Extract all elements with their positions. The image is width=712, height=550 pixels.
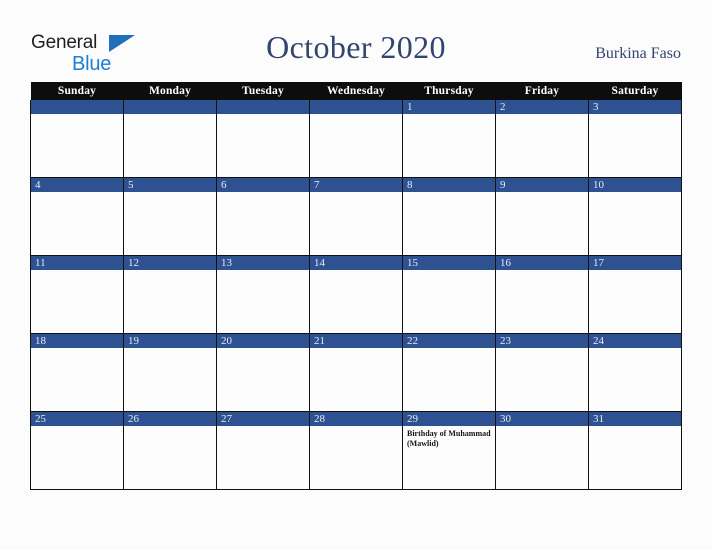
- day-number: 10: [589, 178, 681, 192]
- day-number: 1: [403, 100, 495, 114]
- calendar-day-cell[interactable]: 7: [309, 177, 403, 256]
- calendar-day-cell[interactable]: 31: [588, 411, 682, 490]
- day-number: 3: [589, 100, 681, 114]
- country-label: Burkina Faso: [595, 45, 681, 62]
- day-number: 7: [310, 178, 402, 192]
- calendar-day-cell[interactable]: 20: [216, 333, 310, 412]
- day-number: 9: [496, 178, 588, 192]
- day-number: 25: [31, 412, 123, 426]
- calendar-day-cell[interactable]: 17: [588, 255, 682, 334]
- day-number: 15: [403, 256, 495, 270]
- calendar-day-cell[interactable]: 26: [123, 411, 217, 490]
- weekday-header-wednesday: Wednesday: [309, 82, 403, 100]
- calendar-day-cell[interactable]: 27: [216, 411, 310, 490]
- day-number: 22: [403, 334, 495, 348]
- calendar-day-cell-empty[interactable]: [309, 100, 403, 178]
- day-number: 11: [31, 256, 123, 270]
- calendar-day-cell[interactable]: 3: [588, 100, 682, 178]
- weekday-header-thursday: Thursday: [402, 82, 496, 100]
- calendar-week-row: 123: [30, 100, 682, 178]
- calendar-day-cell[interactable]: 5: [123, 177, 217, 256]
- day-events: Birthday of Muhammad (Mawlid): [403, 426, 495, 448]
- day-number: 31: [589, 412, 681, 426]
- day-number: 5: [124, 178, 216, 192]
- day-number: 19: [124, 334, 216, 348]
- day-number: [124, 100, 216, 114]
- calendar-day-cell[interactable]: 23: [495, 333, 589, 412]
- calendar-day-cell[interactable]: 10: [588, 177, 682, 256]
- calendar-day-cell[interactable]: 1: [402, 100, 496, 178]
- day-number: 30: [496, 412, 588, 426]
- day-number: 17: [589, 256, 681, 270]
- day-number: 28: [310, 412, 402, 426]
- day-number: 14: [310, 256, 402, 270]
- page-header: General Blue October 2020 Burkina Faso: [0, 0, 712, 82]
- calendar-week-row: 18 19 20 21 22 23 24: [30, 333, 682, 412]
- weekday-header-sunday: Sunday: [30, 82, 124, 100]
- calendar-day-cell[interactable]: 22: [402, 333, 496, 412]
- weekday-header-tuesday: Tuesday: [216, 82, 310, 100]
- day-number: 27: [217, 412, 309, 426]
- calendar-day-cell-empty[interactable]: [30, 100, 124, 178]
- calendar-day-cell-empty[interactable]: [123, 100, 217, 178]
- day-number: 23: [496, 334, 588, 348]
- calendar-day-cell[interactable]: 21: [309, 333, 403, 412]
- calendar-week-row: 4 5 6 7 8 9 10: [30, 177, 682, 256]
- weekday-header-row: Sunday Monday Tuesday Wednesday Thursday…: [30, 82, 682, 100]
- calendar-day-cell[interactable]: 13: [216, 255, 310, 334]
- day-number: 13: [217, 256, 309, 270]
- calendar-day-cell[interactable]: 15: [402, 255, 496, 334]
- day-number: 29: [403, 412, 495, 426]
- calendar-day-cell[interactable]: 25: [30, 411, 124, 490]
- calendar-day-cell[interactable]: 11: [30, 255, 124, 334]
- day-number: 6: [217, 178, 309, 192]
- weekday-header-saturday: Saturday: [588, 82, 682, 100]
- calendar-day-cell[interactable]: 4: [30, 177, 124, 256]
- calendar-day-cell[interactable]: 30: [495, 411, 589, 490]
- day-number: 21: [310, 334, 402, 348]
- day-number: 20: [217, 334, 309, 348]
- calendar-day-cell-empty[interactable]: [216, 100, 310, 178]
- day-number: 2: [496, 100, 588, 114]
- day-number: 8: [403, 178, 495, 192]
- calendar-day-cell[interactable]: 19: [123, 333, 217, 412]
- calendar-grid: Sunday Monday Tuesday Wednesday Thursday…: [30, 82, 682, 490]
- day-number: [31, 100, 123, 114]
- weekday-header-friday: Friday: [495, 82, 589, 100]
- calendar-day-cell[interactable]: 12: [123, 255, 217, 334]
- day-number: 24: [589, 334, 681, 348]
- day-number: 16: [496, 256, 588, 270]
- calendar-day-cell[interactable]: 18: [30, 333, 124, 412]
- calendar-day-cell[interactable]: 14: [309, 255, 403, 334]
- weekday-header-monday: Monday: [123, 82, 217, 100]
- day-number: 18: [31, 334, 123, 348]
- calendar-week-row: 25 26 27 28 29 Birthday of Muhammad (Mawlid) 3…: [30, 411, 682, 490]
- calendar-body: 1 2 3 4 5 6 7 8 9 10 11 12 13 14 15 16 17 18 19 20 21 22 23 24 2…: [30, 100, 682, 490]
- day-number: 26: [124, 412, 216, 426]
- calendar-day-cell[interactable]: 24: [588, 333, 682, 412]
- day-number: 4: [31, 178, 123, 192]
- day-number: [310, 100, 402, 114]
- calendar-week-row: 11 12 13 14 15 16 17: [30, 255, 682, 334]
- calendar-day-cell[interactable]: 29 Birthday of Muhammad (Mawlid): [402, 411, 496, 490]
- event-label: Birthday of Muhammad (Mawlid): [407, 429, 491, 448]
- calendar-day-cell[interactable]: 28: [309, 411, 403, 490]
- calendar-day-cell[interactable]: 9: [495, 177, 589, 256]
- calendar-day-cell[interactable]: 16: [495, 255, 589, 334]
- calendar-day-cell[interactable]: 8: [402, 177, 496, 256]
- calendar-day-cell[interactable]: 6: [216, 177, 310, 256]
- day-number: 12: [124, 256, 216, 270]
- calendar-day-cell[interactable]: 2: [495, 100, 589, 178]
- day-number: [217, 100, 309, 114]
